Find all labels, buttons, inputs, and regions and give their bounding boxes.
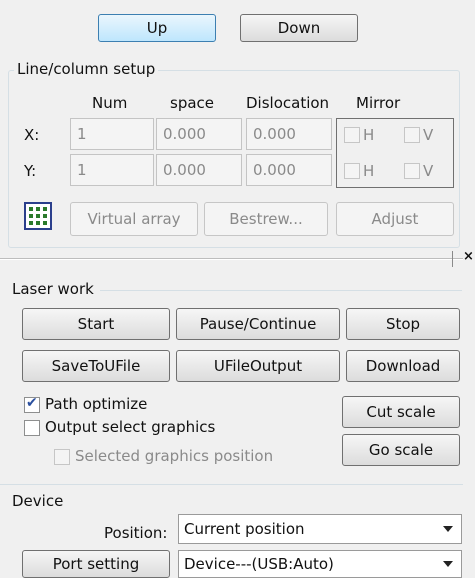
y-dislocation-field[interactable]: 0.000 bbox=[246, 154, 332, 186]
go-scale-button[interactable]: Go scale bbox=[342, 434, 460, 466]
y-row-label: Y: bbox=[24, 162, 37, 180]
up-button[interactable]: Up bbox=[98, 14, 216, 42]
chevron-down-icon bbox=[443, 526, 453, 532]
stop-button[interactable]: Stop bbox=[346, 308, 460, 340]
device-select-value: Device---(USB:Auto) bbox=[184, 555, 334, 573]
line-column-setup-title: Line/column setup bbox=[14, 60, 159, 78]
splitter-grip bbox=[452, 251, 460, 267]
adjust-button[interactable]: Adjust bbox=[336, 202, 454, 236]
x-dislocation-field[interactable]: 0.000 bbox=[246, 118, 332, 150]
device-title: Device bbox=[12, 492, 64, 510]
position-label: Position: bbox=[104, 524, 168, 542]
laser-work-divider bbox=[100, 290, 462, 291]
y-mirror-h-label: H bbox=[363, 162, 375, 180]
y-mirror-h-checkbox[interactable] bbox=[344, 163, 360, 179]
position-select[interactable]: Current position bbox=[178, 514, 462, 544]
path-optimize-checkbox[interactable] bbox=[24, 395, 40, 413]
y-space-field[interactable]: 0.000 bbox=[156, 154, 242, 186]
bestrew-button[interactable]: Bestrew... bbox=[204, 202, 328, 236]
output-select-graphics-checkbox[interactable] bbox=[24, 420, 40, 436]
cut-scale-button[interactable]: Cut scale bbox=[342, 396, 460, 428]
y-mirror-v-checkbox[interactable] bbox=[404, 163, 420, 179]
close-icon[interactable]: × bbox=[463, 249, 474, 264]
start-button[interactable]: Start bbox=[22, 308, 170, 340]
download-button[interactable]: Download bbox=[346, 350, 460, 382]
y-num-field[interactable]: 1 bbox=[70, 154, 154, 186]
laser-work-title: Laser work bbox=[12, 280, 94, 298]
chevron-down-icon bbox=[443, 561, 453, 567]
x-space-field[interactable]: 0.000 bbox=[156, 118, 242, 150]
path-optimize-label: Path optimize bbox=[45, 395, 148, 413]
ufile-output-button[interactable]: UFileOutput bbox=[176, 350, 340, 382]
x-mirror-h-checkbox[interactable] bbox=[344, 127, 360, 143]
device-divider bbox=[0, 484, 463, 485]
position-select-value: Current position bbox=[184, 520, 305, 538]
output-select-graphics-label: Output select graphics bbox=[45, 418, 216, 436]
virtual-array-button[interactable]: Virtual array bbox=[70, 202, 198, 236]
array-grid-icon[interactable] bbox=[24, 202, 52, 230]
x-mirror-v-label: V bbox=[423, 126, 434, 144]
port-setting-button[interactable]: Port setting bbox=[22, 550, 170, 578]
x-row-label: X: bbox=[24, 126, 40, 144]
x-num-field[interactable]: 1 bbox=[70, 118, 154, 150]
device-select[interactable]: Device---(USB:Auto) bbox=[178, 550, 462, 578]
save-to-ufile-button[interactable]: SaveToUFile bbox=[22, 350, 170, 382]
selected-graphics-position-label: Selected graphics position bbox=[75, 447, 274, 465]
header-mirror: Mirror bbox=[356, 94, 401, 112]
pause-continue-button[interactable]: Pause/Continue bbox=[176, 308, 340, 340]
y-mirror-v-label: V bbox=[423, 162, 434, 180]
header-space: space bbox=[170, 94, 215, 112]
header-dislocation: Dislocation bbox=[246, 94, 330, 112]
x-mirror-v-checkbox[interactable] bbox=[404, 127, 420, 143]
splitter-bar[interactable] bbox=[0, 258, 463, 260]
down-button[interactable]: Down bbox=[240, 14, 358, 42]
header-num: Num bbox=[92, 94, 128, 112]
selected-graphics-position-checkbox[interactable] bbox=[54, 449, 70, 465]
x-mirror-h-label: H bbox=[363, 126, 375, 144]
